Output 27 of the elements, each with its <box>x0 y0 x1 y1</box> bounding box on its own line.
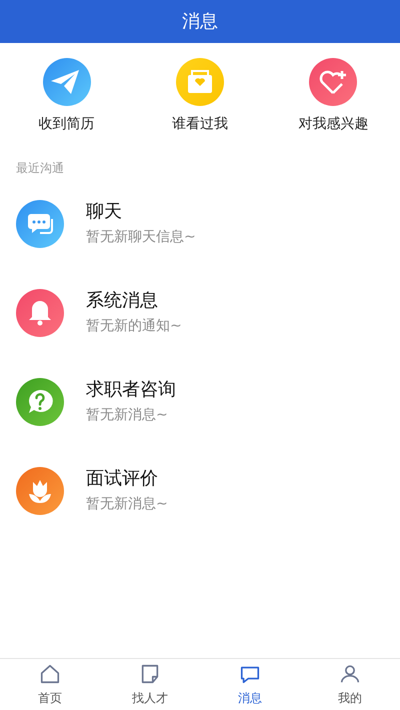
question-bubble-icon[interactable] <box>16 378 64 426</box>
bell-icon[interactable] <box>16 288 64 336</box>
note-icon <box>139 662 161 684</box>
conversation-preview: 暂无新聊天信息~ <box>86 228 196 247</box>
paper-plane-icon[interactable] <box>42 58 91 106</box>
shortcut-label[interactable]: 谁看过我 <box>172 114 228 135</box>
house-icon <box>39 662 61 684</box>
conversation-title[interactable]: 系统消息 <box>86 288 182 314</box>
conversation-preview: 暂无新消息~ <box>86 495 168 514</box>
envelope-icon[interactable] <box>176 58 224 106</box>
page-title: 消息 <box>182 10 218 34</box>
conversation-title[interactable]: 面试评价 <box>86 466 168 492</box>
conversation-title[interactable]: 聊天 <box>86 199 196 225</box>
conversation-preview: 暂无新的通知~ <box>86 317 182 336</box>
conversation-title[interactable]: 求职者咨询 <box>86 377 176 403</box>
tab-item[interactable]: 找人才 <box>100 659 200 710</box>
flower-icon[interactable] <box>16 466 64 514</box>
person-icon <box>339 662 361 684</box>
tab-item[interactable]: 消息 <box>200 659 300 710</box>
conversation-preview: 暂无新消息~ <box>86 406 169 425</box>
shortcut-label[interactable]: 对我感兴趣 <box>298 114 368 135</box>
tab-item[interactable]: 我的 <box>300 659 400 710</box>
tab-item[interactable]: 首页 <box>0 659 100 710</box>
heart-plus-icon[interactable] <box>309 58 358 106</box>
section-label: 最近沟通 <box>16 161 64 175</box>
shortcut-label[interactable]: 收到简历 <box>38 114 95 135</box>
chat-bubble-icon[interactable] <box>16 200 64 248</box>
